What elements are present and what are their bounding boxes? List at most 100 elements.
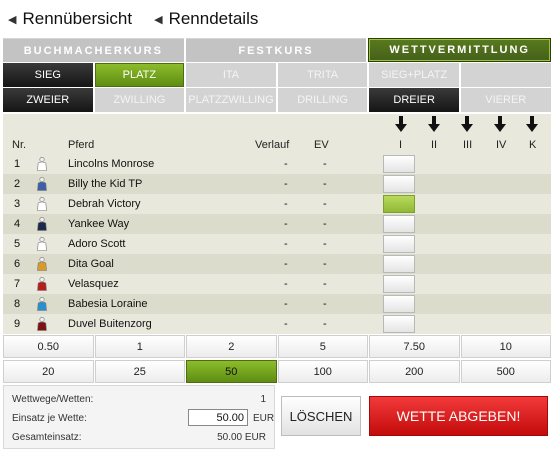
gesamt-line: Gesamteinsatz: 50.00 EUR [10, 428, 272, 446]
select-checkbox[interactable] [383, 295, 415, 313]
select-checkbox[interactable] [383, 155, 415, 173]
stake-button-selected[interactable]: 50 [186, 360, 277, 383]
row-ev: - [323, 298, 327, 310]
arrow-down-icon[interactable] [427, 116, 441, 132]
column-select-arrows [3, 116, 551, 132]
select-checkbox[interactable] [383, 175, 415, 193]
row-nr: 4 [14, 218, 21, 230]
row-nr: 2 [14, 178, 21, 190]
stake-button[interactable]: 20 [3, 360, 94, 383]
header-verlauf: Verlauf [255, 139, 290, 151]
row-verlauf: - [284, 258, 288, 270]
bet-type-zwilling[interactable]: ZWILLING [94, 88, 185, 112]
table-row: 8 Babesia Loraine - - [3, 294, 551, 314]
stake-button[interactable]: 5 [277, 335, 368, 358]
stake-button[interactable]: 500 [460, 360, 551, 383]
row-pferd: Babesia Loraine [68, 298, 148, 310]
row-ev: - [323, 258, 327, 270]
select-checkbox[interactable] [383, 235, 415, 253]
tab-festkurs[interactable]: FESTKURS [185, 38, 367, 62]
wette-abgeben-button[interactable]: WETTE ABGEBEN! [369, 396, 548, 436]
header-nr: Nr. [12, 139, 27, 151]
header-col-k: K [529, 139, 537, 151]
bet-type-sieg-platz[interactable]: SIEG+PLATZ [369, 63, 459, 87]
row-nr: 6 [14, 258, 21, 270]
row-ev: - [323, 218, 327, 230]
row-ev: - [323, 318, 327, 330]
bet-type-drilling[interactable]: DRILLING [277, 88, 368, 112]
bet-type-platz[interactable]: PLATZ [94, 63, 185, 87]
gesamt-label: Gesamteinsatz: [12, 432, 82, 443]
arrow-down-icon[interactable] [525, 116, 539, 132]
row-pferd: Dita Goal [68, 258, 114, 270]
table-row: 3 Debrah Victory - - [3, 194, 551, 214]
stake-buttons-row-1: 0.50 1 2 5 7.50 10 [3, 335, 551, 358]
gesamt-value: 50.00 EUR [217, 432, 266, 443]
stake-button[interactable]: 1 [94, 335, 185, 358]
stake-button[interactable]: 2 [186, 335, 277, 358]
bet-summary: Wettwege/Wetten: 1 Einsatz je Wette: EUR… [3, 385, 275, 449]
einsatz-input[interactable] [188, 409, 248, 426]
einsatz-label: Einsatz je Wette: [12, 413, 87, 424]
breadcrumb-renndetails[interactable]: ◀ Renndetails [154, 9, 258, 29]
jockey-silk-icon [37, 277, 47, 291]
tab-buchmacherkurs[interactable]: BUCHMACHERKURS [3, 38, 184, 62]
tab-wettvermittlung[interactable]: WETTVERMITTLUNG [368, 38, 552, 62]
breadcrumb-rennuebersicht[interactable]: ◀ Rennübersicht [8, 9, 132, 29]
row-nr: 1 [14, 158, 21, 170]
select-checkbox[interactable] [383, 215, 415, 233]
header-col-i: I [399, 139, 403, 151]
row-verlauf: - [284, 198, 288, 210]
table-row: 4 Yankee Way - - [3, 214, 551, 234]
header-col-iv: IV [496, 139, 507, 151]
select-checkbox[interactable] [383, 195, 415, 213]
stake-button[interactable]: 7.50 [369, 335, 460, 358]
arrow-down-icon[interactable] [493, 116, 507, 132]
row-pferd: Adoro Scott [68, 238, 126, 250]
arrow-down-icon[interactable] [460, 116, 474, 132]
bet-type-zweier[interactable]: ZWEIER [3, 88, 93, 112]
header-col-ii: II [431, 139, 438, 151]
table-row: 7 Velasquez - - [3, 274, 551, 294]
bet-type-platzzwilling[interactable]: PLATZZWILLING [186, 88, 276, 112]
einsatz-line: Einsatz je Wette: EUR [10, 409, 274, 427]
bet-type-trita[interactable]: TRITA [277, 63, 368, 87]
stake-button[interactable]: 0.50 [3, 335, 94, 358]
wettwege-line: Wettwege/Wetten: 1 [10, 390, 272, 408]
chevron-left-icon: ◀ [8, 13, 17, 26]
row-pferd: Velasquez [68, 278, 119, 290]
header-col-iii: III [463, 139, 473, 151]
jockey-silk-icon [37, 297, 47, 311]
select-checkbox[interactable] [383, 315, 415, 333]
row-verlauf: - [284, 278, 288, 290]
bet-type-sieg[interactable]: SIEG [3, 63, 93, 87]
bet-type-ita[interactable]: ITA [186, 63, 276, 87]
arrow-down-icon[interactable] [394, 116, 408, 132]
row-verlauf: - [284, 298, 288, 310]
bet-type-dreier[interactable]: DREIER [369, 88, 459, 112]
bet-type-vierer[interactable]: VIERER [460, 88, 551, 112]
runners-table: Nr. Pferd Verlauf EV I II III IV K 1 Linc… [3, 114, 551, 334]
breadcrumb-label: Renndetails [168, 9, 259, 28]
table-row: 9 Duvel Buitenzorg - - [3, 314, 551, 334]
stake-button[interactable]: 10 [460, 335, 551, 358]
row-pferd: Billy the Kid TP [68, 178, 143, 190]
row-nr: 3 [14, 198, 21, 210]
row-verlauf: - [284, 318, 288, 330]
select-checkbox[interactable] [383, 255, 415, 273]
stake-button[interactable]: 25 [94, 360, 185, 383]
row-nr: 5 [14, 238, 21, 250]
table-row: 6 Dita Goal - - [3, 254, 551, 274]
row-pferd: Lincolns Monrose [68, 158, 155, 170]
select-checkbox[interactable] [383, 275, 415, 293]
breadcrumb-label: Rennübersicht [22, 9, 133, 28]
jockey-silk-icon [37, 197, 47, 211]
stake-button[interactable]: 100 [277, 360, 368, 383]
stake-button[interactable]: 200 [369, 360, 460, 383]
stake-buttons-row-2: 20 25 50 100 200 500 [3, 360, 551, 383]
row-ev: - [323, 178, 327, 190]
wettwege-value: 1 [260, 394, 266, 405]
loeschen-button[interactable]: LÖSCHEN [281, 396, 361, 436]
row-pferd: Yankee Way [68, 218, 130, 230]
bet-type-empty [460, 63, 551, 87]
